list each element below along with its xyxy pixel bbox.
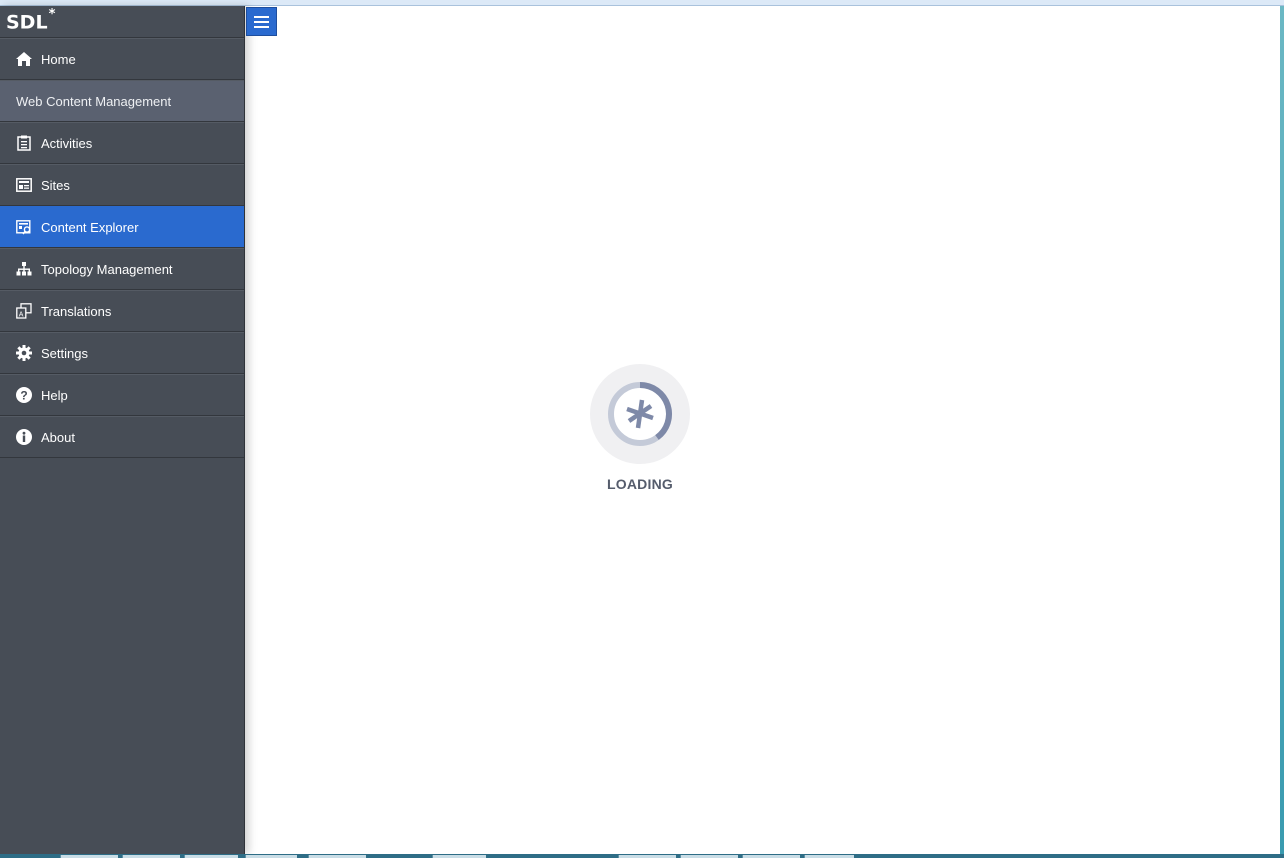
sidebar-item-label: Activities <box>41 135 93 151</box>
help-icon: ? <box>15 386 33 404</box>
logo-mark: * <box>48 6 56 22</box>
sidebar-item-sites[interactable]: Sites <box>0 164 244 206</box>
sidebar-item-label: Help <box>41 387 68 403</box>
topology-icon <box>15 260 33 278</box>
home-icon <box>15 50 33 68</box>
gear-icon <box>15 344 33 362</box>
info-icon <box>15 428 33 446</box>
sidebar-section-label: Web Content Management <box>16 93 172 109</box>
sidebar: SDL* Home Web Content Management Activit… <box>0 6 245 854</box>
sidebar-section-web-content-management: Web Content Management <box>0 80 244 122</box>
loading-indicator: LOADING <box>590 364 690 492</box>
svg-text:A: A <box>19 312 24 319</box>
clipboard-icon <box>15 134 33 152</box>
sidebar-item-label: Home <box>41 51 76 67</box>
sidebar-item-label: Translations <box>41 303 112 319</box>
window-right-edge <box>1280 6 1284 854</box>
logo-bar: SDL* <box>0 6 244 38</box>
translations-icon: A <box>15 302 33 320</box>
logo-text: SDL <box>6 11 48 34</box>
sidebar-item-topology-management[interactable]: Topology Management <box>0 248 244 290</box>
main-content: LOADING <box>246 6 1280 854</box>
loading-label: LOADING <box>607 476 673 492</box>
sidebar-item-label: About <box>41 429 75 445</box>
sidebar-item-home[interactable]: Home <box>0 38 244 80</box>
sidebar-item-about[interactable]: About <box>0 416 244 458</box>
loading-spinner-icon <box>590 364 690 464</box>
sidebar-item-help[interactable]: ? Help <box>0 374 244 416</box>
svg-text:?: ? <box>20 389 27 403</box>
sidebar-item-settings[interactable]: Settings <box>0 332 244 374</box>
sidebar-item-activities[interactable]: Activities <box>0 122 244 164</box>
taskbar <box>0 854 1284 858</box>
sidebar-item-content-explorer[interactable]: Content Explorer <box>0 206 244 248</box>
sidebar-item-label: Sites <box>41 177 70 193</box>
sidebar-item-label: Topology Management <box>41 261 173 277</box>
sdl-logo: SDL* <box>6 6 56 34</box>
sidebar-item-label: Settings <box>41 345 88 361</box>
content-explorer-icon <box>15 218 33 236</box>
sidebar-item-label: Content Explorer <box>41 219 139 235</box>
sites-icon <box>15 176 33 194</box>
sidebar-item-translations[interactable]: A Translations <box>0 290 244 332</box>
